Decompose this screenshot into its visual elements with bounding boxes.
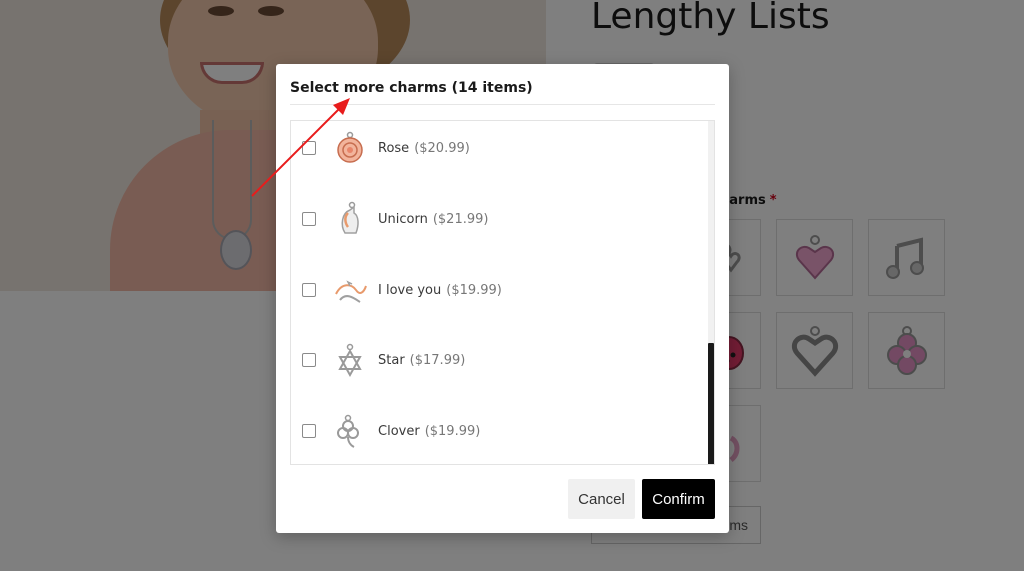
list-item[interactable]: Unicorn ($21.99) [291,199,704,239]
item-price: ($20.99) [414,140,470,156]
unicorn-checkbox[interactable] [302,212,316,226]
item-price: ($21.99) [432,211,489,227]
list-item[interactable]: Rose ($20.99) [291,128,704,168]
confirm-button[interactable]: Confirm [642,479,715,519]
charms-list[interactable]: Rose ($20.99) Unicorn ($21.99) I love yo… [290,120,715,465]
item-price: ($19.99) [424,423,481,439]
rose-charm-icon [330,128,370,168]
star-charm-icon [330,340,370,380]
dialog-title: Select more charms (14 items) [290,80,533,96]
scrollbar-thumb[interactable] [708,343,714,464]
list-item[interactable]: I love you ($19.99) [291,270,704,310]
title-divider [290,104,715,105]
clover-charm-icon [330,411,370,451]
item-name: Rose [378,140,410,156]
list-item[interactable]: Clover ($19.99) [291,411,704,451]
i-love-you-charm-icon [330,270,370,310]
list-item[interactable]: Star ($17.99) [291,340,704,380]
cancel-button[interactable]: Cancel [568,479,635,519]
item-name: Clover [378,423,420,439]
item-name: Unicorn [378,211,428,227]
list-scrollbar[interactable] [708,121,714,464]
item-name: I love you [378,282,442,298]
rose-checkbox[interactable] [302,141,316,155]
star-checkbox[interactable] [302,353,316,367]
item-price: ($17.99) [409,352,466,368]
item-price: ($19.99) [446,282,502,298]
clover-checkbox[interactable] [302,424,316,438]
unicorn-charm-icon [330,199,370,239]
item-name: Star [378,352,405,368]
select-charms-dialog: Select more charms (14 items) Rose ($20.… [276,64,729,533]
i-love-you-checkbox[interactable] [302,283,316,297]
